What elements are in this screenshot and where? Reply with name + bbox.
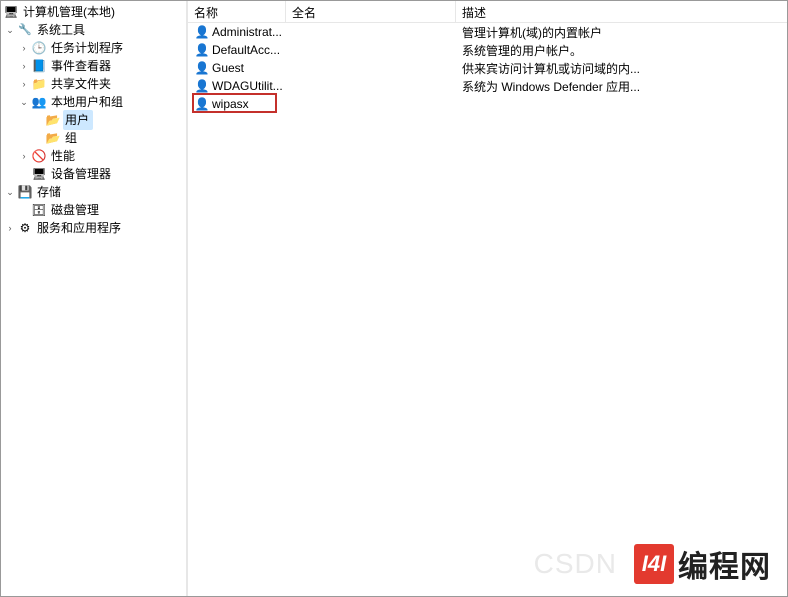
table-row[interactable]: wipasx [188, 95, 787, 113]
col-fullname[interactable]: 全名 [286, 1, 456, 22]
user-rows: Administrat... 管理计算机(域)的内置帐户 DefaultAcc.… [188, 23, 787, 113]
tree-label: 组 [63, 128, 81, 148]
tree-groups[interactable]: 组 [3, 129, 186, 147]
tree-label: 事件查看器 [49, 56, 115, 76]
chevron-right-icon[interactable]: › [17, 57, 31, 75]
tree-shared-folders[interactable]: › 共享文件夹 [3, 75, 186, 93]
user-icon [194, 96, 210, 112]
column-headers: 名称 全名 描述 [188, 1, 787, 23]
chevron-right-icon[interactable]: › [3, 219, 17, 237]
col-name[interactable]: 名称 [188, 1, 286, 22]
chevron-right-icon[interactable]: › [17, 39, 31, 57]
tree-label: 服务和应用程序 [35, 218, 125, 238]
shared-folder-icon [31, 76, 47, 92]
user-list-panel: 名称 全名 描述 Administrat... 管理计算机(域)的内置帐户 De… [187, 1, 787, 596]
disk-icon [31, 202, 47, 218]
tree-label: 磁盘管理 [49, 200, 103, 220]
tree-system-tools[interactable]: ⌄ 系统工具 [3, 21, 186, 39]
chevron-down-icon[interactable]: ⌄ [3, 21, 17, 39]
users-group-icon [31, 94, 47, 110]
tree-local-users-groups[interactable]: ⌄ 本地用户和组 [3, 93, 186, 111]
tree-label: 计算机管理(本地) [21, 2, 119, 22]
tree-label: 任务计划程序 [49, 38, 127, 58]
cell-name: WDAGUtilit... [212, 79, 283, 93]
device-manager-icon [31, 166, 47, 182]
tree-root[interactable]: 计算机管理(本地) [3, 3, 186, 21]
tree-label: 系统工具 [35, 20, 89, 40]
tree-label: 用户 [63, 110, 93, 130]
storage-icon [17, 184, 33, 200]
folder-icon [45, 112, 61, 128]
tree-label: 共享文件夹 [49, 74, 115, 94]
cell-desc: 供来宾访问计算机或访问域的内... [456, 60, 787, 77]
cell-desc: 系统为 Windows Defender 应用... [456, 78, 787, 95]
cell-name: Guest [212, 61, 244, 75]
cell-name: Administrat... [212, 25, 282, 39]
user-icon [194, 42, 210, 58]
user-icon [194, 24, 210, 40]
services-icon [17, 220, 33, 236]
tree-event-viewer[interactable]: › 事件查看器 [3, 57, 186, 75]
tree-task-scheduler[interactable]: › 任务计划程序 [3, 39, 186, 57]
chevron-right-icon[interactable]: › [17, 75, 31, 93]
clock-icon [31, 40, 47, 56]
watermark-faded: CSDN [534, 548, 617, 580]
performance-icon [31, 148, 47, 164]
tree-label: 存储 [35, 182, 65, 202]
user-icon [194, 78, 210, 94]
tree-performance[interactable]: › 性能 [3, 147, 186, 165]
brand-text: 编程网 [678, 542, 771, 586]
chevron-down-icon[interactable]: ⌄ [17, 93, 31, 111]
cell-desc: 系统管理的用户帐户。 [456, 42, 787, 59]
tree-label: 设备管理器 [49, 164, 115, 184]
cell-name: DefaultAcc... [212, 43, 280, 57]
chevron-down-icon[interactable]: ⌄ [3, 183, 17, 201]
nav-tree[interactable]: 计算机管理(本地) ⌄ 系统工具 › 任务计划程序 › 事件查看器 › 共享文件… [1, 1, 187, 596]
table-row[interactable]: Guest 供来宾访问计算机或访问域的内... [188, 59, 787, 77]
tree-device-manager[interactable]: 设备管理器 [3, 165, 186, 183]
tree-label: 性能 [49, 146, 79, 166]
user-icon [194, 60, 210, 76]
table-row[interactable]: DefaultAcc... 系统管理的用户帐户。 [188, 41, 787, 59]
cell-name: wipasx [212, 97, 249, 111]
col-desc[interactable]: 描述 [456, 1, 787, 22]
table-row[interactable]: WDAGUtilit... 系统为 Windows Defender 应用... [188, 77, 787, 95]
chevron-right-icon[interactable]: › [17, 147, 31, 165]
cell-desc: 管理计算机(域)的内置帐户 [456, 24, 787, 41]
tree-storage[interactable]: ⌄ 存储 [3, 183, 186, 201]
wrench-icon [17, 22, 33, 38]
tree-disk-management[interactable]: 磁盘管理 [3, 201, 186, 219]
folder-icon [45, 130, 61, 146]
tree-label: 本地用户和组 [49, 92, 127, 112]
table-row[interactable]: Administrat... 管理计算机(域)的内置帐户 [188, 23, 787, 41]
watermark-brand: I4I 编程网 [634, 542, 771, 586]
book-icon [31, 58, 47, 74]
app-window: 计算机管理(本地) ⌄ 系统工具 › 任务计划程序 › 事件查看器 › 共享文件… [0, 0, 788, 597]
computer-icon [3, 4, 19, 20]
tree-services-apps[interactable]: › 服务和应用程序 [3, 219, 186, 237]
brand-logo-icon: I4I [634, 544, 674, 584]
tree-users[interactable]: 用户 [3, 111, 186, 129]
